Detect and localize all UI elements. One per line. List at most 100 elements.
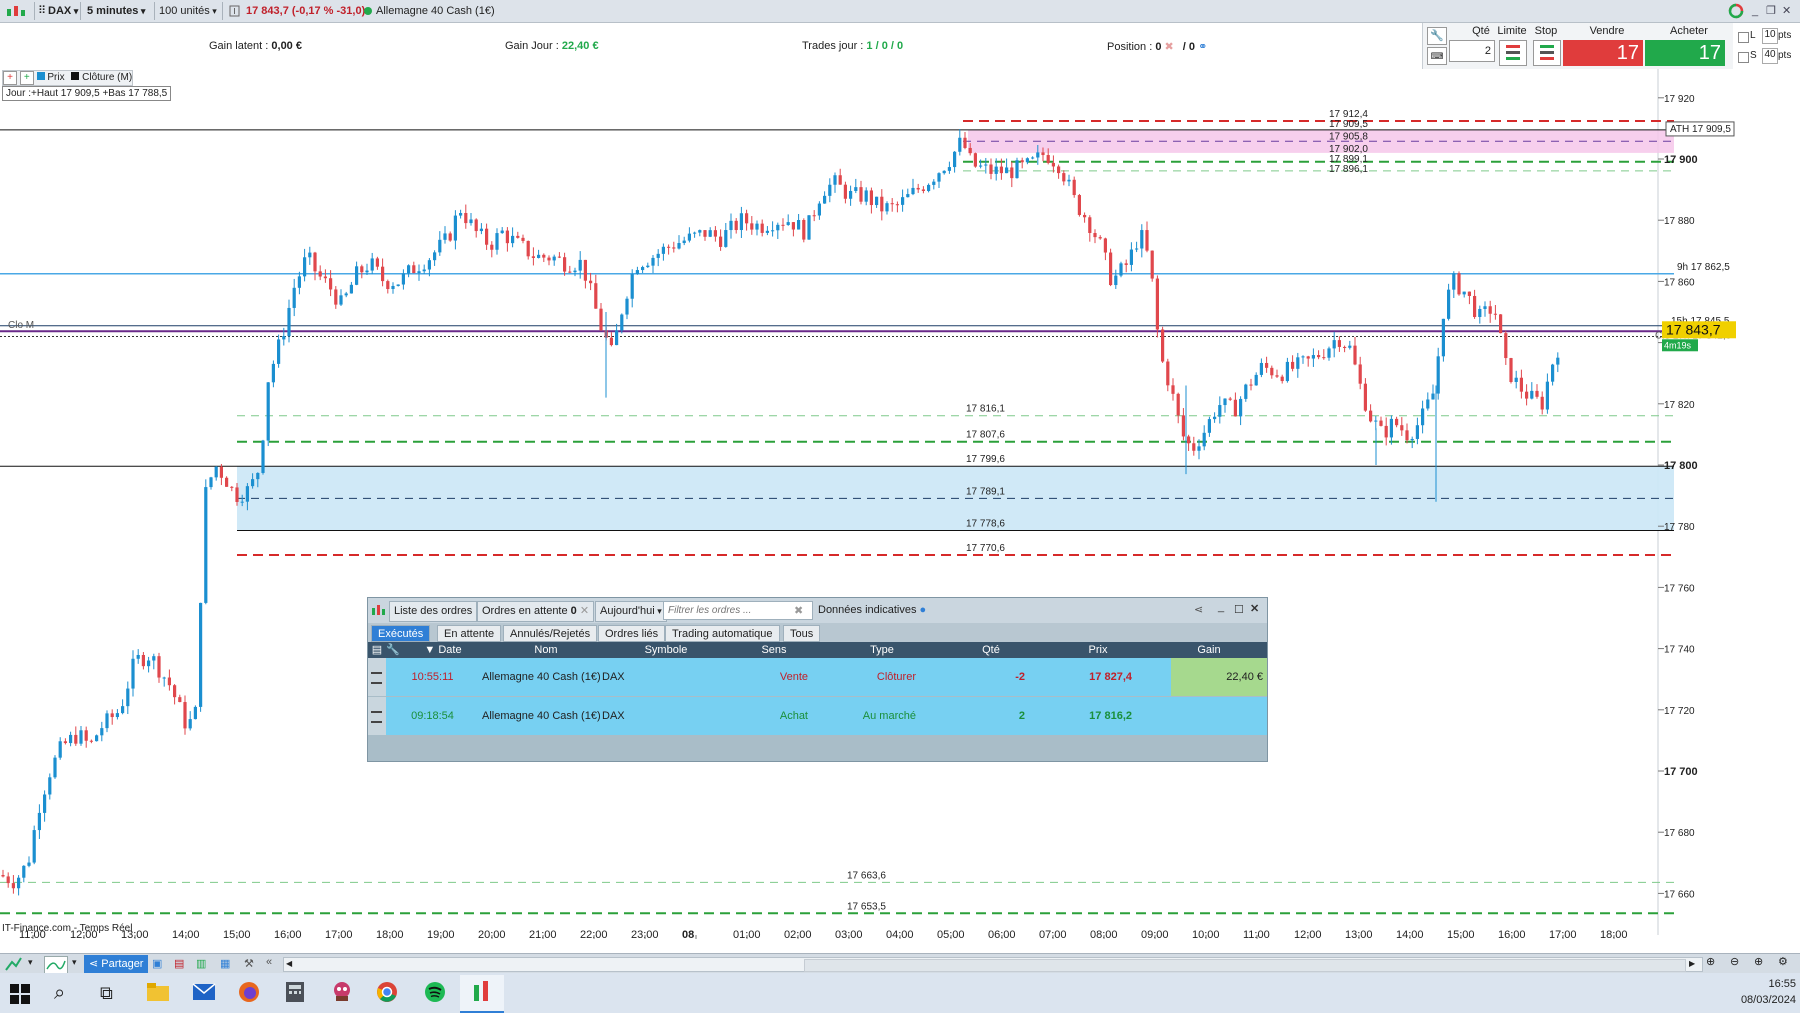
split-icon[interactable]: ▥ <box>196 957 206 970</box>
link-icon[interactable]: ⚭ <box>1198 41 1207 53</box>
chart-type-icon[interactable] <box>4 2 30 20</box>
calculator-icon[interactable] <box>284 981 306 1003</box>
candle <box>297 276 301 288</box>
col-sens[interactable]: Sens <box>724 643 824 657</box>
add-red-icon[interactable]: + <box>3 71 17 85</box>
tab-ordres-lies[interactable]: Ordres liés <box>598 625 666 642</box>
alerts-icon[interactable]: ▦ <box>220 957 230 970</box>
candle <box>422 269 426 272</box>
restore-button[interactable]: ❐ <box>1766 2 1776 20</box>
orders-minimize-button[interactable]: _ <box>1218 601 1224 613</box>
tab-trading-auto[interactable]: Trading automatique <box>665 625 780 642</box>
orders-list-tab[interactable]: Liste des ordres <box>389 601 478 622</box>
candle <box>734 220 738 231</box>
windows-start-icon[interactable] <box>10 984 30 1004</box>
tab-tous[interactable]: Tous <box>783 625 821 642</box>
screenshot-icon[interactable]: ▤ <box>174 957 184 970</box>
col-qte[interactable]: Qté <box>941 643 1041 657</box>
candle <box>225 477 229 487</box>
table-row[interactable]: 10:55:11 Allemagne 40 Cash (1€) DAX Vent… <box>386 658 1267 696</box>
x-tick-label: 22:00 <box>580 929 608 939</box>
chart-bottom-toolbar: ▾ ▾ ⋖ Partager ▣ ▤ ▥ ▦ ⚒ « ◀ ▶ ⊕ ⊖ ⊕ ⚙ <box>0 953 1800 974</box>
candle <box>573 270 577 273</box>
add-green-icon[interactable]: + <box>19 71 34 85</box>
file-explorer-icon[interactable] <box>146 981 170 1003</box>
wrench-icon[interactable]: 🔧 <box>1427 27 1447 45</box>
col-nom[interactable]: Nom <box>496 643 596 657</box>
x-tick-label: 17:00 <box>325 929 353 939</box>
tab-annules[interactable]: Annulés/Rejetés <box>503 625 598 642</box>
tab-executes[interactable]: Exécutés <box>371 625 431 642</box>
tab-en-attente[interactable]: En attente <box>437 625 502 642</box>
scroll-left-icon[interactable]: ◀ <box>286 959 292 968</box>
candle <box>781 224 785 226</box>
l-pts-input[interactable]: 10 <box>1762 28 1778 44</box>
keyboard-icon[interactable]: ⌨ <box>1427 47 1447 65</box>
close-tab-icon[interactable]: ✕ <box>580 605 589 617</box>
price-chart[interactable]: 17 912,417 909,517 905,817 902,017 899,1… <box>0 69 1736 939</box>
indicator-dropdown[interactable]: ▾ <box>72 957 77 968</box>
firefox-icon[interactable] <box>238 981 260 1003</box>
draw-tool-icon[interactable] <box>4 956 22 972</box>
indicator-icon[interactable] <box>44 956 68 974</box>
scroll-right-icon[interactable]: ▶ <box>1689 959 1695 968</box>
candle <box>1244 384 1248 399</box>
chart-settings-icon[interactable]: ⚙ <box>1778 955 1788 968</box>
l-checkbox[interactable] <box>1738 32 1749 43</box>
orders-maximize-button[interactable]: ☐ <box>1234 603 1244 616</box>
period-selector[interactable]: Aujourd'hui <box>595 601 667 622</box>
prorealtime-taskbar-app[interactable] <box>460 975 504 1013</box>
task-view-icon[interactable]: ⧉ <box>100 983 113 1004</box>
search-icon[interactable]: ⌕ <box>54 982 65 1005</box>
y-tick-label: 17 760 <box>1664 583 1695 594</box>
col-prix[interactable]: Prix <box>1048 643 1148 657</box>
game-icon[interactable] <box>330 981 354 1003</box>
share-icon[interactable]: ⋖ <box>1194 603 1203 616</box>
table-row[interactable]: 09:18:54 Allemagne 40 Cash (1€) DAX Acha… <box>386 697 1267 735</box>
buy-button[interactable]: 17 844,4 <box>1645 40 1725 90</box>
chat-icon[interactable]: ▣ <box>152 957 162 970</box>
spotify-icon[interactable] <box>424 981 446 1003</box>
stop-order-button[interactable] <box>1533 40 1561 66</box>
draw-tool-dropdown[interactable]: ▾ <box>28 957 33 968</box>
cloture-toggle[interactable]: Clôture (M) <box>82 72 132 83</box>
col-symbole[interactable]: Symbole <box>616 643 716 657</box>
zoom-fit-icon[interactable]: ⊕ <box>1706 955 1715 968</box>
orders-close-button[interactable]: ✕ <box>1250 602 1259 615</box>
scrollbar-thumb[interactable] <box>804 959 1686 972</box>
candle <box>1010 167 1014 179</box>
row-detail-icon[interactable] <box>368 697 386 735</box>
timeframe-selector[interactable]: 5 minutes <box>87 2 145 20</box>
units-selector[interactable]: 100 unités <box>159 2 217 20</box>
zoom-out-icon[interactable]: ⊖ <box>1730 955 1739 968</box>
instrument-selector[interactable]: DAX <box>48 2 78 20</box>
col-date[interactable]: ▼ Date <box>408 643 478 657</box>
sell-button[interactable]: 17 843,0 <box>1563 40 1643 90</box>
s-checkbox[interactable] <box>1738 52 1749 63</box>
collapse-icon[interactable]: « <box>266 956 272 968</box>
s-pts-input[interactable]: 40 <box>1762 48 1778 64</box>
col-type[interactable]: Type <box>832 643 932 657</box>
mail-icon[interactable] <box>192 981 216 1003</box>
close-button[interactable]: ✕ <box>1782 2 1791 20</box>
qty-input[interactable]: 2 <box>1449 40 1495 62</box>
limit-order-button[interactable] <box>1499 40 1527 66</box>
col-gain[interactable]: Gain <box>1159 643 1259 657</box>
minimize-button[interactable]: _ <box>1752 2 1758 20</box>
clear-filter-icon[interactable]: ✖ <box>794 604 803 617</box>
filter-orders-input[interactable] <box>663 601 813 620</box>
cell-sens: Achat <box>779 710 808 722</box>
settings-icon[interactable]: 🔧 <box>386 643 400 657</box>
grid-icon[interactable]: ⠿ <box>38 2 46 20</box>
candle <box>1259 362 1263 375</box>
info-icon[interactable] <box>229 2 241 20</box>
pending-orders-tab[interactable]: Ordres en attente 0 ✕ <box>477 601 595 622</box>
tools-icon[interactable]: ⚒ <box>244 957 254 970</box>
zoom-in-icon[interactable]: ⊕ <box>1754 955 1763 968</box>
chrome-icon[interactable] <box>376 981 398 1003</box>
share-button[interactable]: ⋖ Partager <box>84 955 149 973</box>
row-detail-icon[interactable] <box>368 658 386 696</box>
close-position-icon[interactable]: ✖ <box>1165 41 1174 53</box>
horizontal-scrollbar[interactable]: ◀ ▶ <box>283 957 1703 972</box>
prix-toggle[interactable]: Prix <box>47 72 64 83</box>
